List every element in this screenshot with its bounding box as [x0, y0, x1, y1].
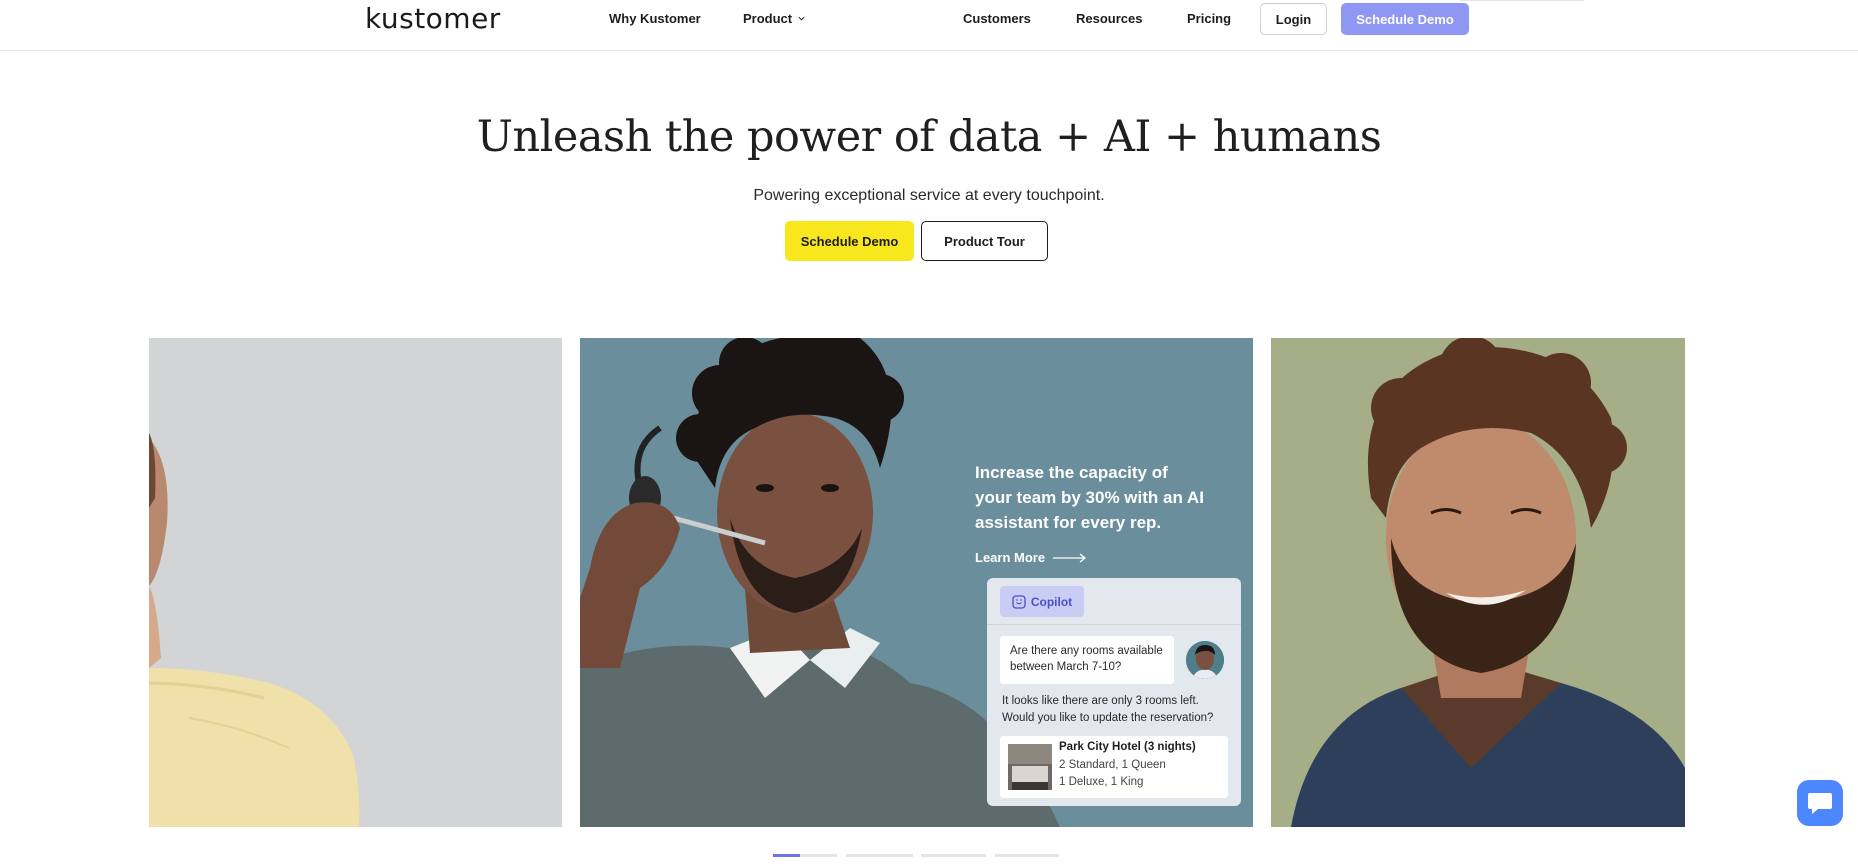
copilot-panel: Copilot Are there any rooms available be… — [987, 578, 1241, 806]
hotel-result-card[interactable]: Park City Hotel (3 nights) 2 Standard, 1… — [1000, 736, 1228, 798]
nav-product-label: Product — [743, 11, 793, 26]
login-button[interactable]: Login — [1260, 3, 1327, 35]
carousel-card-next[interactable] — [1271, 338, 1685, 827]
nav-customers[interactable]: Customers — [963, 11, 1031, 26]
person-photo-left — [149, 338, 562, 827]
carousel-dot-2[interactable] — [846, 854, 913, 857]
nav-pricing-label: Pricing — [1187, 11, 1232, 26]
hotel-room-line-2: 1 Deluxe, 1 King — [1059, 776, 1144, 788]
copilot-tag: Copilot — [1000, 586, 1084, 617]
copilot-icon — [1012, 594, 1026, 609]
carousel-dot-4[interactable] — [995, 854, 1059, 857]
carousel-card-previous[interactable] — [149, 338, 562, 827]
hero-title: Unleash the power of data + AI + humans — [476, 112, 1382, 162]
carousel-dot-1[interactable] — [773, 854, 837, 857]
hotel-name: Park City Hotel (3 nights) — [1059, 741, 1196, 753]
top-navigation: kustomer Why Kustomer Product Customers … — [0, 0, 1858, 51]
person-photo-right — [1271, 338, 1685, 827]
carousel-dot-1-progress — [773, 854, 800, 857]
header-divider — [1460, 0, 1584, 1]
nav-resources-label: Resources — [1076, 11, 1143, 26]
kustomer-logo[interactable]: kustomer — [365, 2, 501, 35]
header-schedule-demo-button[interactable]: Schedule Demo — [1341, 3, 1469, 35]
chat-icon — [1808, 793, 1832, 814]
nav-why-kustomer[interactable]: Why Kustomer — [609, 11, 701, 26]
customer-avatar — [1186, 641, 1224, 679]
customer-question: Are there any rooms available between Ma… — [1000, 636, 1174, 684]
copilot-divider — [987, 624, 1241, 625]
chevron-down-icon — [798, 16, 805, 21]
carousel-card-active[interactable]: Increase the capacity of your team by 30… — [580, 338, 1253, 827]
schedule-demo-button[interactable]: Schedule Demo — [785, 221, 914, 261]
nav-customers-label: Customers — [963, 11, 1031, 26]
copilot-answer: It looks like there are only 3 rooms lef… — [1002, 695, 1214, 724]
copilot-tag-label: Copilot — [1030, 594, 1073, 609]
chat-widget-button[interactable] — [1797, 780, 1843, 826]
nav-pricing[interactable]: Pricing — [1187, 11, 1231, 26]
nav-resources[interactable]: Resources — [1076, 11, 1142, 26]
carousel-dot-3[interactable] — [921, 854, 986, 857]
hero-subtitle: Powering exceptional service at every to… — [753, 187, 1105, 204]
product-tour-button[interactable]: Product Tour — [921, 221, 1048, 261]
arrow-right-icon — [1053, 552, 1087, 563]
hotel-room-line-1: 2 Standard, 1 Queen — [1059, 759, 1166, 771]
nav-why-kustomer-label: Why Kustomer — [609, 11, 701, 26]
learn-more-label: Learn More — [975, 550, 1046, 565]
nav-product[interactable]: Product — [743, 11, 805, 26]
learn-more-link[interactable]: Learn More — [975, 550, 1087, 565]
slide-headline: Increase the capacity of your team by 30… — [975, 463, 1204, 532]
hotel-room-thumbnail — [1008, 744, 1052, 790]
